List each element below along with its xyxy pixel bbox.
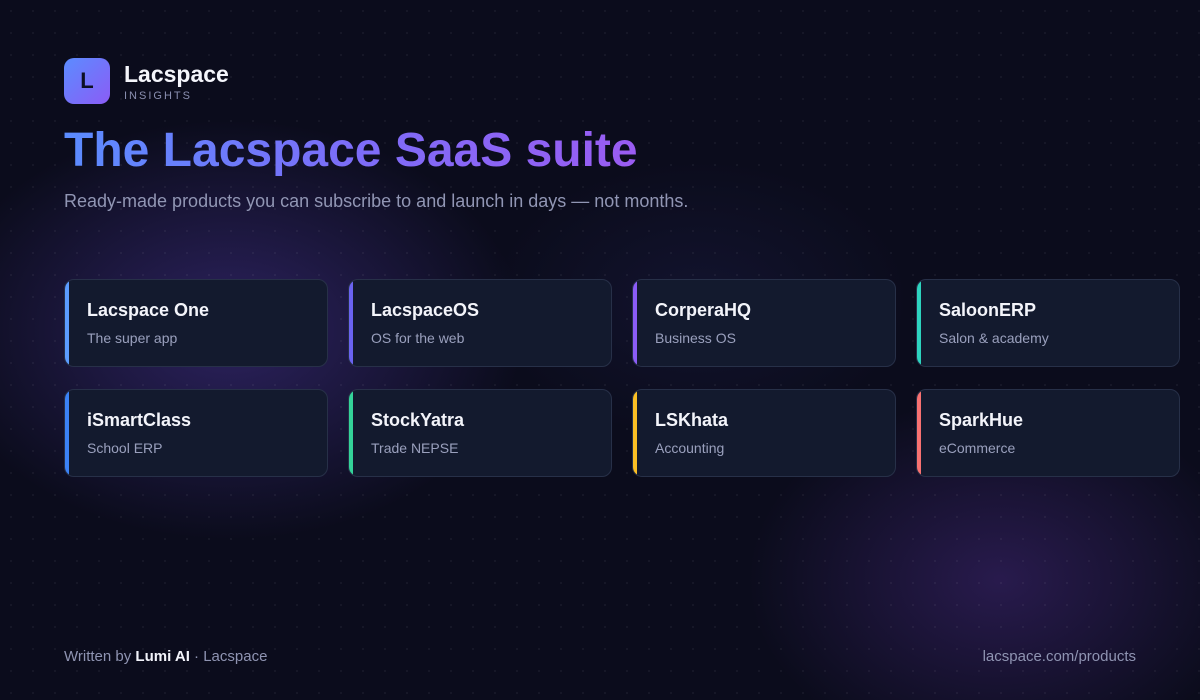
card-accent-bar: [65, 280, 69, 366]
product-description: Trade NEPSE: [371, 440, 459, 456]
logo-letter: L: [80, 68, 94, 93]
brand-tagline: INSIGHTS: [124, 89, 192, 102]
product-description: School ERP: [87, 440, 163, 456]
product-description: Accounting: [655, 440, 725, 456]
product-name: LSKhata: [655, 410, 729, 430]
product-card[interactable]: Lacspace One The super app: [64, 279, 328, 367]
product-card[interactable]: SparkHue eCommerce: [916, 389, 1180, 477]
footer-author: Lumi AI: [135, 648, 190, 665]
footer-credit: Written by Lumi AI · Lacspace: [64, 648, 267, 665]
brand-name: Lacspace: [124, 60, 229, 87]
footer-url-link[interactable]: lacspace.com/products: [983, 648, 1136, 665]
product-card[interactable]: LacspaceOS OS for the web: [348, 279, 612, 367]
product-name: SaloonERP: [939, 300, 1037, 320]
brand-text: Lacspace INSIGHTS: [124, 61, 229, 102]
footer-org: Lacspace: [203, 648, 268, 665]
product-name: iSmartClass: [87, 410, 192, 430]
footer-written-by: Written by: [64, 648, 132, 665]
product-card[interactable]: CorperaHQ Business OS: [632, 279, 896, 367]
product-name: CorperaHQ: [655, 300, 752, 320]
product-name: Lacspace One: [87, 300, 210, 320]
product-description: Salon & academy: [939, 330, 1049, 346]
card-accent-bar: [917, 280, 921, 366]
card-accent-bar: [65, 390, 69, 476]
page-title: The Lacspace SaaS suite: [64, 122, 638, 180]
product-card[interactable]: SaloonERP Salon & academy: [916, 279, 1180, 367]
product-card[interactable]: LSKhata Accounting: [632, 389, 896, 477]
product-description: eCommerce: [939, 440, 1016, 456]
card-accent-bar: [633, 280, 637, 366]
product-card[interactable]: StockYatra Trade NEPSE: [348, 389, 612, 477]
product-description: OS for the web: [371, 330, 465, 346]
page-subtitle: Ready-made products you can subscribe to…: [64, 191, 689, 211]
brand: L Lacspace INSIGHTS: [64, 58, 229, 104]
card-accent-bar: [349, 390, 353, 476]
footer-separator: ·: [194, 648, 200, 665]
product-grid: Lacspace One The super app LacspaceOS OS fo…: [64, 279, 1180, 477]
product-name: StockYatra: [371, 410, 465, 430]
product-description: Business OS: [655, 330, 736, 346]
product-description: The super app: [87, 330, 178, 346]
logo-icon: L: [64, 58, 110, 104]
card-accent-bar: [633, 390, 637, 476]
card-accent-bar: [349, 280, 353, 366]
product-card[interactable]: iSmartClass School ERP: [64, 389, 328, 477]
product-name: LacspaceOS: [371, 300, 480, 320]
canvas: L Lacspace INSIGHTS The Lacspace SaaS su…: [0, 0, 1200, 700]
product-name: SparkHue: [939, 410, 1024, 430]
card-accent-bar: [917, 390, 921, 476]
